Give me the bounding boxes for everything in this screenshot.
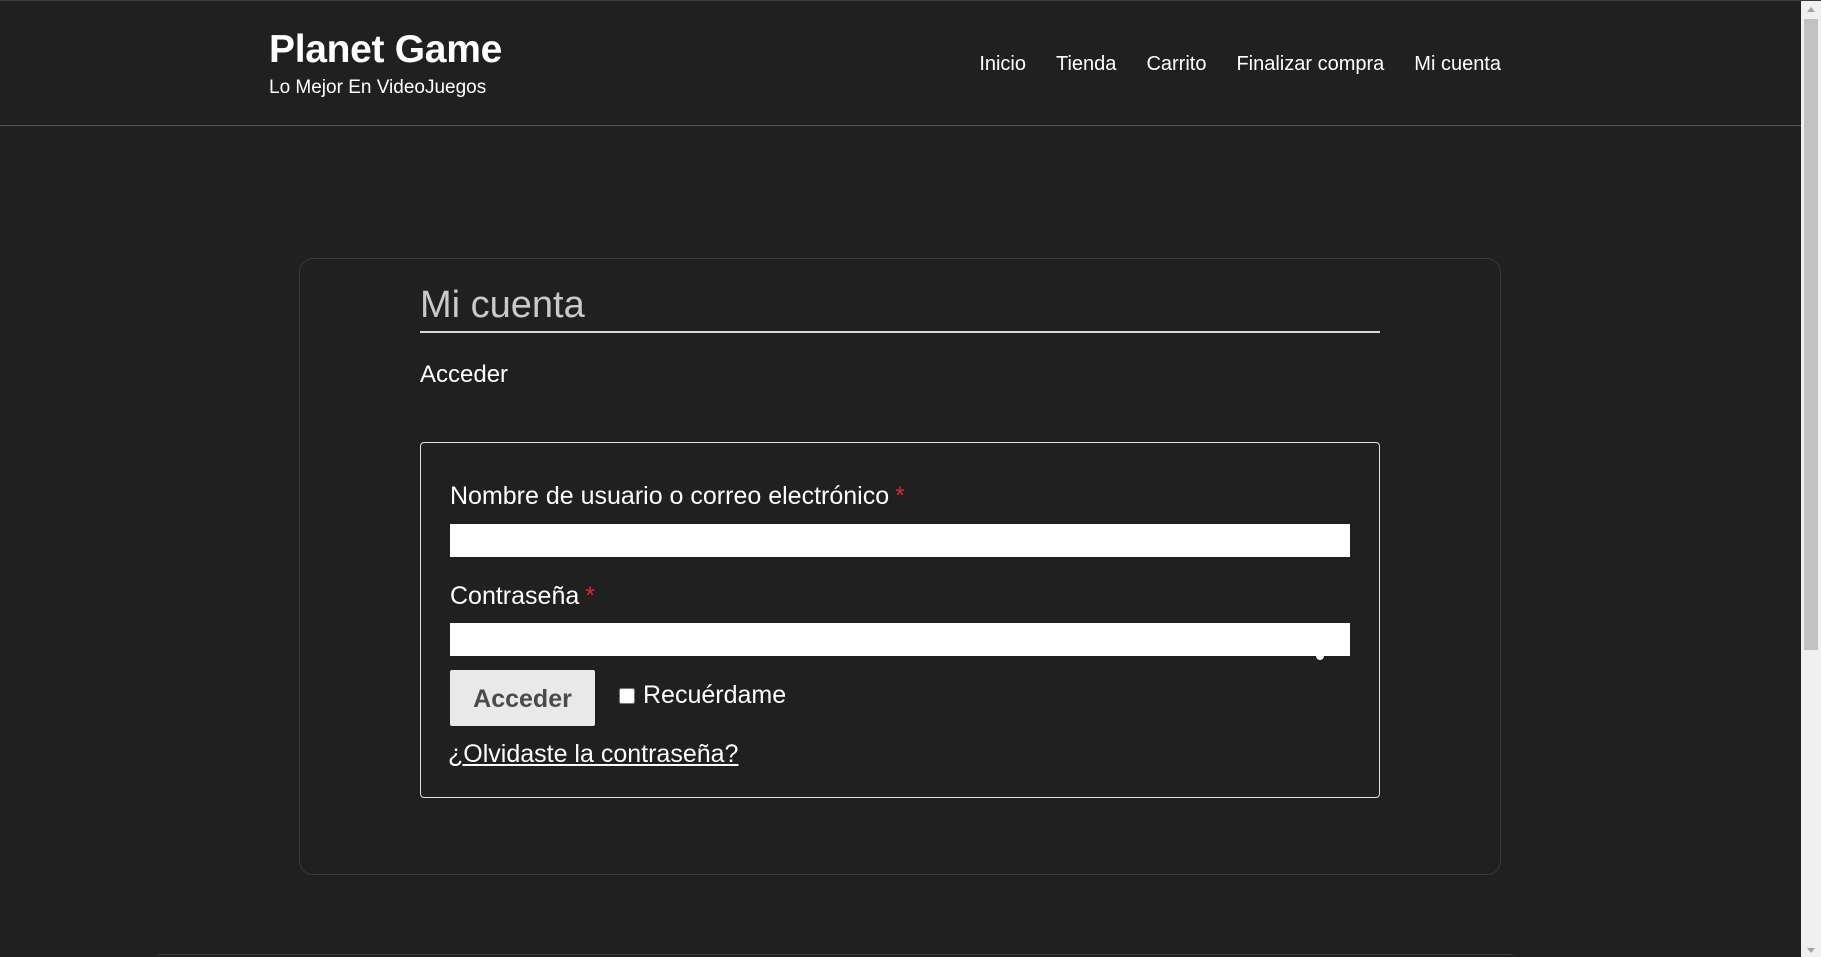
page: Planet Game Lo Mejor En VideoJuegos Inic…	[0, 0, 1821, 957]
password-input[interactable]	[450, 623, 1350, 656]
lost-password-link[interactable]: ¿Olvidaste la contraseña?	[448, 740, 738, 769]
login-section-title: Acceder	[420, 361, 509, 388]
username-label-text: Nombre de usuario o correo electrónico	[450, 482, 890, 510]
username-label: Nombre de usuario o correo electrónico *	[450, 482, 905, 511]
remember-me-label[interactable]: Recuérdame	[643, 681, 786, 710]
password-label-text: Contraseña	[450, 582, 580, 610]
scrollbar-thumb[interactable]	[1804, 19, 1818, 650]
password-label: Contraseña *	[450, 582, 595, 611]
nav-item-carrito[interactable]: Carrito	[1146, 53, 1206, 76]
scroll-up-arrow-icon[interactable]	[1807, 7, 1815, 12]
page-title: Mi cuenta	[420, 284, 1380, 333]
nav-item-finalizar-compra[interactable]: Finalizar compra	[1236, 53, 1384, 76]
nav-item-tienda[interactable]: Tienda	[1056, 53, 1116, 76]
vertical-scrollbar[interactable]	[1801, 1, 1821, 957]
nav-item-mi-cuenta[interactable]: Mi cuenta	[1414, 53, 1501, 76]
required-marker: *	[585, 582, 595, 610]
login-button[interactable]: Acceder	[450, 670, 595, 726]
eye-icon[interactable]	[1306, 643, 1334, 661]
site-tagline: Lo Mejor En VideoJuegos	[269, 77, 487, 98]
remember-me-checkbox[interactable]	[619, 688, 635, 704]
site-header: Planet Game Lo Mejor En VideoJuegos Inic…	[0, 1, 1801, 126]
required-marker: *	[895, 482, 905, 510]
username-input[interactable]	[450, 524, 1350, 557]
main-nav: Inicio Tienda Carrito Finalizar compra M…	[979, 53, 1501, 76]
site-title[interactable]: Planet Game	[269, 28, 502, 72]
nav-item-inicio[interactable]: Inicio	[979, 53, 1026, 76]
scroll-down-arrow-icon[interactable]	[1807, 948, 1815, 953]
